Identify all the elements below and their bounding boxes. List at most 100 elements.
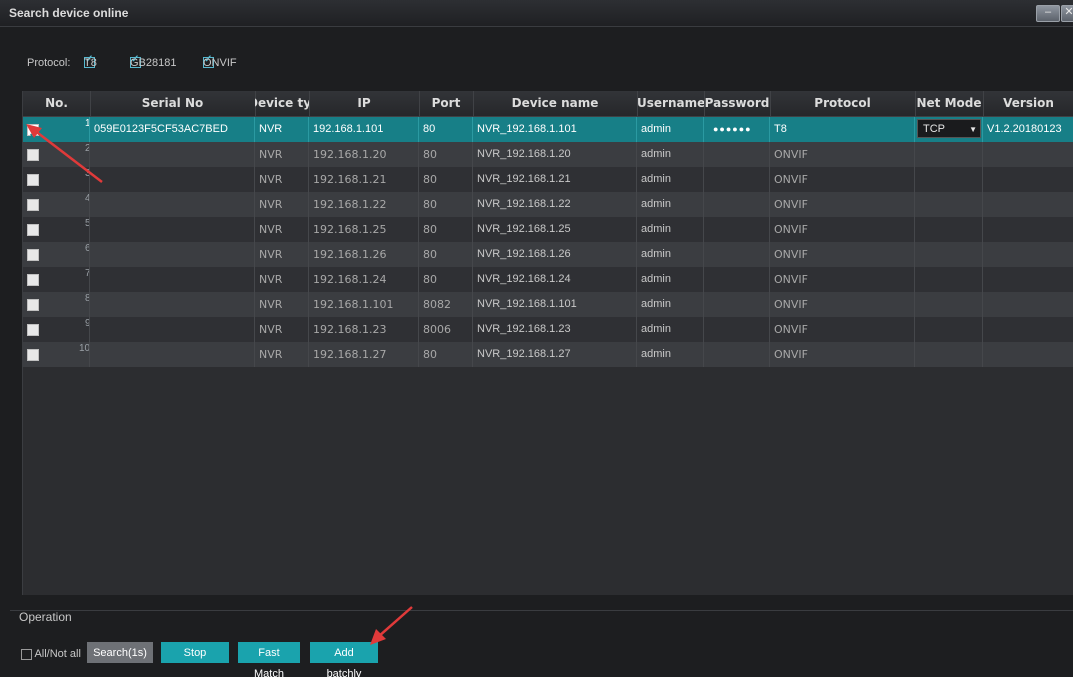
table-row[interactable]: 2NVR192.168.1.2080NVR_192.168.1.20adminO… xyxy=(23,142,1073,167)
table-row[interactable]: 3NVR192.168.1.2180NVR_192.168.1.21adminO… xyxy=(23,167,1073,192)
row-checkbox[interactable] xyxy=(27,274,39,286)
table-row[interactable]: 9 NVR 192.168.1.23 8006 NVR_192.168.1.23 admi… xyxy=(23,317,1073,342)
row-checkbox[interactable] xyxy=(27,249,39,261)
fast-match-button[interactable]: Fast Match xyxy=(238,642,300,680)
protocol-onvif-label: ONVIF xyxy=(203,57,237,69)
cell-password xyxy=(704,217,770,242)
cell-text-user: admin xyxy=(641,348,671,360)
cell-name: NVR_192.168.1.26 xyxy=(473,242,637,267)
cell-text-type: NVR xyxy=(259,298,283,311)
column-header-protocol[interactable]: Protocol xyxy=(770,91,916,116)
cell-user: admin xyxy=(637,292,704,317)
column-header-ip[interactable]: IP xyxy=(309,91,420,116)
row-checkbox[interactable] xyxy=(27,224,39,236)
cell-text-name: NVR_192.168.1.101 xyxy=(477,123,577,135)
cell-text-protocol: ONVIF xyxy=(774,223,808,236)
cell-user: admin xyxy=(637,217,704,242)
column-header-name[interactable]: Device name xyxy=(473,91,638,116)
cell-version xyxy=(983,292,1073,317)
chevron-down-icon: ▼ xyxy=(969,125,977,134)
cell-netmode xyxy=(915,342,983,367)
column-header-port[interactable]: Port xyxy=(419,91,474,116)
cell-netmode: TCP ▼ xyxy=(915,117,983,142)
protocol-label: Protocol: xyxy=(27,57,71,69)
cell-text-name: NVR_192.168.1.20 xyxy=(477,148,571,160)
stop-button[interactable]: Stop xyxy=(161,642,229,663)
row-checkbox[interactable] xyxy=(27,199,39,211)
minimize-icon[interactable]: – xyxy=(1036,5,1060,22)
cell-netmode xyxy=(915,292,983,317)
cell-protocol: T8 xyxy=(770,117,915,142)
cell-text-protocol: ONVIF xyxy=(774,148,808,161)
cell-text-port: 80 xyxy=(423,198,437,211)
cell-password: ●●●●●● xyxy=(704,117,770,142)
cell-serial xyxy=(90,242,255,267)
table-row[interactable]: 1059E0123F5CF53AC7BEDNVR192.168.1.10180N… xyxy=(23,117,1073,142)
column-header-user[interactable]: Username xyxy=(637,91,705,116)
cell-type: NVR xyxy=(255,117,309,142)
cell-version xyxy=(983,342,1073,367)
table-row[interactable]: 6 NVR 192.168.1.26 80 NVR_192.168.1.26 admin O… xyxy=(23,242,1073,267)
search-device-window: Search device online – ✕ Protocol: T8 GB… xyxy=(0,0,1073,680)
cell-serial xyxy=(90,342,255,367)
cell-no: 8 xyxy=(23,292,90,317)
cell-text-ip: 192.168.1.27 xyxy=(313,348,387,361)
cell-text-type: NVR xyxy=(259,198,283,211)
table-row[interactable]: 4 NVR 192.168.1.22 80 NVR_192.168.1.22 admin O… xyxy=(23,192,1073,217)
row-checkbox[interactable] xyxy=(27,299,39,311)
cell-ip: 192.168.1.27 xyxy=(309,342,419,367)
cell-protocol: ONVIF xyxy=(770,192,915,217)
table-row[interactable]: 5 NVR 192.168.1.25 80 NVR_192.168.1.25 admin O… xyxy=(23,217,1073,242)
column-header-serial[interactable]: Serial No xyxy=(90,91,256,116)
close-icon[interactable]: ✕ xyxy=(1061,5,1073,22)
column-header-type[interactable]: Device type xyxy=(255,91,310,116)
cell-password xyxy=(704,167,770,192)
cell-name: NVR_192.168.1.21 xyxy=(473,167,637,192)
row-checkbox[interactable] xyxy=(27,324,39,336)
cell-text-type: NVR xyxy=(259,323,283,336)
column-header-version[interactable]: Version xyxy=(983,91,1073,116)
search-button[interactable]: Search(1s) xyxy=(87,642,153,663)
column-header-no[interactable]: No. xyxy=(23,91,91,116)
net-mode-select[interactable]: TCP ▼ xyxy=(917,119,981,138)
cell-text-port: 80 xyxy=(423,348,437,361)
cell-protocol: ONVIF xyxy=(770,292,915,317)
annotation-arrow-icon xyxy=(26,124,103,183)
cell-serial xyxy=(90,317,255,342)
cell-version xyxy=(983,217,1073,242)
all-not-all-checkbox[interactable]: All/Not all xyxy=(21,648,81,660)
window-title: Search device online xyxy=(9,6,129,20)
cell-netmode xyxy=(915,217,983,242)
column-header-password[interactable]: Password xyxy=(704,91,771,116)
cell-user: admin xyxy=(637,342,704,367)
cell-serial xyxy=(90,167,255,192)
row-checkbox[interactable] xyxy=(27,349,39,361)
cell-port: 80 xyxy=(419,117,473,142)
cell-text-ip: 192.168.1.20 xyxy=(313,148,387,161)
cell-type: NVR xyxy=(255,192,309,217)
cell-text-ip: 192.168.1.26 xyxy=(313,248,387,261)
cell-serial xyxy=(90,142,255,167)
cell-no: 9 xyxy=(23,317,90,342)
cell-name: NVR_192.168.1.27 xyxy=(473,342,637,367)
cell-port: 8006 xyxy=(419,317,473,342)
cell-netmode xyxy=(915,142,983,167)
column-header-netmode[interactable]: Net Mode xyxy=(915,91,984,116)
cell-port: 80 xyxy=(419,242,473,267)
cell-netmode xyxy=(915,267,983,292)
cell-text-port: 80 xyxy=(423,148,437,161)
cell-text-user: admin xyxy=(641,323,671,335)
cell-name: NVR_192.168.1.101 xyxy=(473,292,637,317)
cell-text-protocol: ONVIF xyxy=(774,298,808,311)
cell-serial xyxy=(90,267,255,292)
cell-text-type: NVR xyxy=(259,248,283,261)
cell-protocol: ONVIF xyxy=(770,267,915,292)
cell-port: 80 xyxy=(419,167,473,192)
cell-password xyxy=(704,192,770,217)
cell-text-user: admin xyxy=(641,173,671,185)
table-header: No.Serial NoDevice typeIPPortDevice name… xyxy=(23,91,1073,117)
table-row[interactable]: 7 NVR 192.168.1.24 80 NVR_192.168.1.24 admin O… xyxy=(23,267,1073,292)
cell-text-type: NVR xyxy=(259,223,283,236)
table-row[interactable]: 8 NVR 192.168.1.101 8082 NVR_192.168.1.101 ad… xyxy=(23,292,1073,317)
table-row[interactable]: 10 NVR 192.168.1.27 80 NVR_192.168.1.27 admin… xyxy=(23,342,1073,367)
